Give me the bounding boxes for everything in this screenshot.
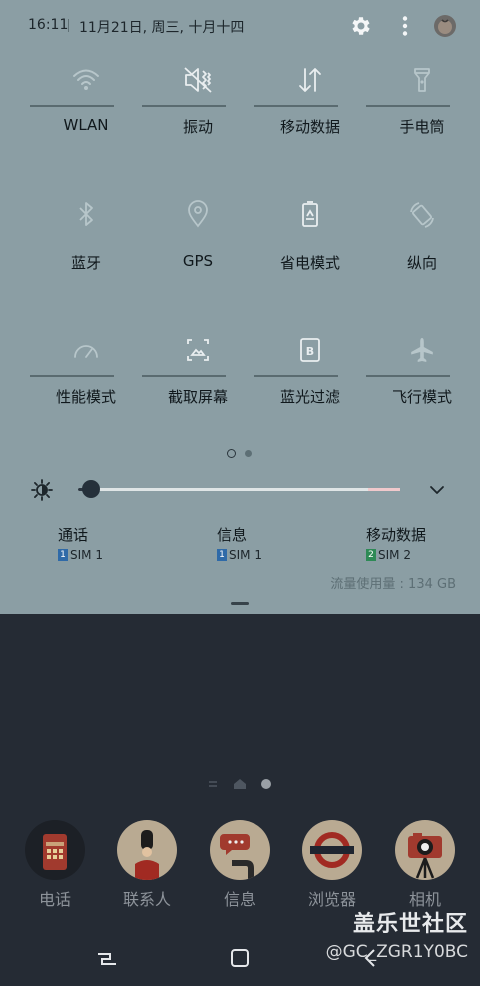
divider bbox=[68, 19, 69, 32]
sim-label: SIM 2 bbox=[378, 548, 411, 562]
mobile-data-icon bbox=[290, 60, 330, 100]
sim-label: SIM 1 bbox=[70, 548, 103, 562]
sim-badge: 1 bbox=[58, 549, 68, 561]
dock-app-label: 电话 bbox=[38, 890, 71, 909]
tile-bluetooth[interactable]: 蓝牙 bbox=[30, 194, 142, 330]
clock: 16:11 bbox=[28, 17, 69, 33]
tile-underline bbox=[366, 105, 450, 107]
tile-wlan[interactable]: WLAN bbox=[30, 60, 142, 196]
sim-setting-title: 通话 bbox=[58, 526, 89, 544]
dock-app-label: 联系人 bbox=[122, 890, 171, 909]
sim-badge: 1 bbox=[217, 549, 227, 561]
airplane-icon bbox=[402, 330, 442, 370]
sim-setting-title: 信息 bbox=[217, 526, 248, 544]
tile-label: 纵向 bbox=[406, 254, 437, 272]
dock-app-phone[interactable]: 电话 bbox=[15, 820, 95, 910]
avatar[interactable] bbox=[433, 14, 457, 38]
date-text: 11月21日, 周三, 十月十四 bbox=[79, 20, 245, 36]
sim-setting-messages[interactable]: 信息 1 SIM 1 bbox=[217, 524, 262, 562]
brightness-thumb[interactable] bbox=[81, 480, 100, 498]
home-page-indicator bbox=[0, 778, 480, 790]
tile-vibrate[interactable]: 振动 bbox=[142, 60, 254, 196]
sim-label: SIM 1 bbox=[229, 548, 262, 562]
recents-icon[interactable] bbox=[92, 944, 120, 972]
svg-text:B: B bbox=[306, 345, 314, 358]
dock-app-label: 信息 bbox=[223, 890, 256, 909]
tile-underline bbox=[30, 375, 114, 377]
tile-gps[interactable]: GPS bbox=[142, 194, 254, 330]
page-indicator bbox=[0, 449, 480, 459]
browser-underground-icon bbox=[302, 820, 362, 880]
sim-setting-calls[interactable]: 通话 1 SIM 1 bbox=[58, 524, 103, 562]
wifi-icon bbox=[66, 60, 106, 100]
sim-setting-mobile-data[interactable]: 移动数据 2 SIM 2 bbox=[366, 524, 426, 562]
performance-icon bbox=[66, 330, 106, 370]
camera-icon bbox=[395, 820, 455, 880]
bluetooth-icon bbox=[66, 194, 106, 234]
flashlight-icon bbox=[402, 60, 442, 100]
brightness-track[interactable] bbox=[78, 488, 400, 491]
tile-mobile-data[interactable]: 移动数据 bbox=[254, 60, 366, 196]
tile-label: 手电筒 bbox=[399, 118, 445, 136]
screenshot-icon bbox=[178, 330, 218, 370]
tile-underline bbox=[254, 375, 338, 377]
page-dot[interactable] bbox=[245, 450, 252, 457]
tile-power-saving[interactable]: 省电模式 bbox=[254, 194, 366, 330]
sim-selection: 1 SIM 1 bbox=[58, 548, 103, 562]
tile-screenshot[interactable]: 截取屏幕 bbox=[142, 330, 254, 466]
vibrate-icon bbox=[178, 60, 218, 100]
page-dot-active bbox=[261, 779, 271, 789]
tile-label: 飞行模式 bbox=[391, 388, 452, 406]
dock-app-browser[interactable]: 浏览器 bbox=[292, 820, 372, 910]
phone-booth-icon bbox=[25, 820, 85, 880]
data-usage-text[interactable]: 流量使用量 : 134 GB bbox=[330, 573, 456, 592]
location-icon bbox=[178, 194, 218, 234]
contacts-guard-icon bbox=[117, 820, 177, 880]
sim-selection: 2 SIM 2 bbox=[366, 548, 426, 562]
watermark-user: @GC_ZGR1Y0BC bbox=[325, 942, 468, 962]
tile-airplane[interactable]: 飞行模式 bbox=[366, 330, 478, 466]
dock-app-contacts[interactable]: 联系人 bbox=[107, 820, 187, 910]
tile-blue-light[interactable]: B 蓝光过滤 bbox=[254, 330, 366, 466]
blue-light-filter-icon: B bbox=[290, 330, 330, 370]
menu-lines-icon bbox=[209, 781, 217, 787]
tile-underline bbox=[142, 105, 226, 107]
quick-panel: 16:11 11月21日, 周三, 十月十四 WLAN 振动 移动数据 手电筒 … bbox=[0, 0, 480, 614]
power-saving-icon bbox=[290, 194, 330, 234]
messages-pipe-icon bbox=[210, 820, 270, 880]
tile-underline bbox=[254, 105, 338, 107]
brightness-icon bbox=[30, 478, 54, 502]
dock-app-messages[interactable]: 信息 bbox=[200, 820, 280, 910]
tile-underline bbox=[142, 375, 226, 377]
status-bar: 16:11 11月21日, 周三, 十月十四 bbox=[0, 0, 480, 54]
panel-drag-handle[interactable] bbox=[231, 602, 249, 605]
chevron-down-icon[interactable] bbox=[425, 478, 449, 502]
page-dot-active[interactable] bbox=[227, 449, 236, 458]
home-button-icon[interactable] bbox=[226, 944, 254, 972]
gear-icon[interactable] bbox=[349, 14, 373, 38]
tile-underline bbox=[366, 375, 450, 377]
dock-app-camera[interactable]: 相机 bbox=[385, 820, 465, 910]
sim-badge: 2 bbox=[366, 549, 376, 561]
rotation-icon bbox=[402, 194, 442, 234]
tile-orientation[interactable]: 纵向 bbox=[366, 194, 478, 330]
sim-setting-title: 移动数据 bbox=[366, 526, 427, 544]
brightness-track-end bbox=[368, 488, 400, 491]
more-vert-icon[interactable] bbox=[393, 14, 417, 38]
home-page-icon bbox=[234, 779, 246, 789]
sim-selection: 1 SIM 1 bbox=[217, 548, 262, 562]
tile-flashlight[interactable]: 手电筒 bbox=[366, 60, 478, 196]
tile-underline bbox=[30, 105, 114, 107]
tile-performance[interactable]: 性能模式 bbox=[30, 330, 142, 466]
